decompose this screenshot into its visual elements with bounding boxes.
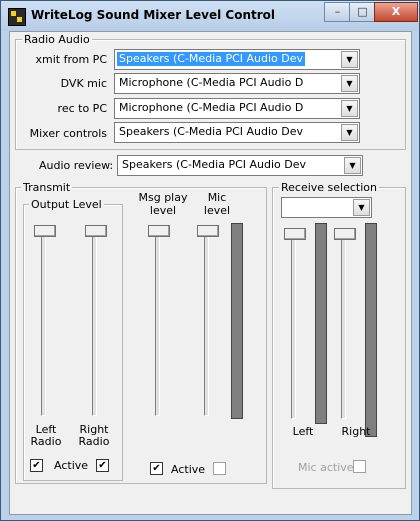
left-radio-slider-thumb[interactable]: [34, 225, 56, 237]
dvk-mic-label: DVK mic: [60, 77, 107, 90]
transmit-group-title: Transmit: [21, 181, 73, 194]
dropdown-arrow-icon[interactable]: ▼: [341, 100, 358, 117]
transmit-active-label: Active: [171, 463, 206, 476]
left-radio-output-slider[interactable]: [34, 225, 56, 416]
right-radio-output-slider[interactable]: [85, 225, 107, 416]
left-radio-label-line2: Radio: [30, 435, 62, 448]
msg-play-slider-thumb[interactable]: [148, 225, 170, 237]
xmit-from-pc-select[interactable]: Speakers (C-Media PCI Audio Dev ▼: [114, 49, 360, 70]
receive-right-label: Right: [341, 425, 371, 438]
msg-play-label-line1: Msg play: [138, 191, 188, 204]
window-title: WriteLog Sound Mixer Level Control: [31, 8, 276, 22]
dropdown-arrow-icon[interactable]: ▼: [341, 51, 358, 68]
dropdown-arrow-icon[interactable]: ▼: [344, 157, 361, 174]
audio-review-select[interactable]: Speakers (C-Media PCI Audio Dev ▼: [117, 155, 363, 176]
mic-level-slider[interactable]: [197, 225, 219, 416]
receive-left-slider-thumb[interactable]: [284, 228, 306, 240]
receive-right-meter: [365, 223, 377, 437]
mic-level-label-line1: Mic: [207, 191, 227, 204]
right-radio-slider-thumb[interactable]: [85, 225, 107, 237]
msg-play-level-slider[interactable]: [148, 225, 170, 416]
receive-selection-group-title: Receive selection: [279, 181, 380, 194]
receive-right-slider-thumb[interactable]: [334, 228, 356, 240]
mic-slider-track: [204, 225, 209, 416]
xmit-from-pc-label: xmit from PC: [35, 53, 108, 66]
output-active-label: Active: [54, 459, 89, 472]
dropdown-arrow-icon[interactable]: ▼: [341, 124, 358, 141]
msg-play-label-line2: level: [149, 204, 177, 217]
title-bar[interactable]: WriteLog Sound Mixer Level Control – □ X: [1, 1, 419, 31]
right-radio-active-checkbox[interactable]: ✔: [96, 459, 109, 472]
mic-active-transmit-checkbox[interactable]: [213, 462, 226, 475]
receive-right-slider-track: [341, 228, 346, 419]
app-window: WriteLog Sound Mixer Level Control – □ X…: [0, 0, 420, 521]
audio-review-value: Speakers (C-Media PCI Audio Dev: [122, 158, 307, 171]
mic-active-label: Mic active: [298, 461, 354, 474]
audio-review-label: Audio review:: [39, 159, 114, 172]
output-level-group-title: Output Level: [29, 198, 104, 211]
close-button[interactable]: X: [374, 2, 418, 22]
mic-slider-thumb[interactable]: [197, 225, 219, 237]
dropdown-arrow-icon[interactable]: ▼: [353, 199, 370, 216]
mixer-controls-value: Speakers (C-Media PCI Audio Dev: [119, 125, 304, 138]
minimize-button[interactable]: –: [324, 2, 351, 22]
writelog-app-icon[interactable]: [8, 8, 26, 26]
right-radio-label-line2: Radio: [78, 435, 110, 448]
msg-play-slider-track: [155, 225, 160, 416]
left-radio-slider-track: [41, 225, 46, 416]
mic-active-checkbox[interactable]: [353, 460, 366, 473]
receive-left-label: Left: [292, 425, 314, 438]
receive-left-slider-track: [291, 228, 296, 419]
mic-level-meter: [231, 223, 243, 419]
dvk-mic-value: Microphone (C-Media PCI Audio D: [119, 76, 304, 89]
dropdown-arrow-icon[interactable]: ▼: [341, 75, 358, 92]
receive-left-meter: [315, 223, 327, 424]
receive-select[interactable]: ▼: [281, 197, 372, 218]
xmit-from-pc-value: Speakers (C-Media PCI Audio Dev: [117, 52, 306, 66]
mixer-controls-select[interactable]: Speakers (C-Media PCI Audio Dev ▼: [114, 122, 360, 143]
dialog-client-area: Radio Audio xmit from PC Speakers (C-Med…: [9, 31, 412, 515]
left-radio-active-checkbox[interactable]: ✔: [30, 459, 43, 472]
mixer-controls-label: Mixer controls: [29, 127, 107, 140]
rec-to-pc-label: rec to PC: [57, 102, 107, 115]
radio-audio-group-title: Radio Audio: [22, 33, 92, 46]
rec-to-pc-value: Microphone (C-Media PCI Audio D: [119, 101, 304, 114]
msg-active-checkbox[interactable]: ✔: [150, 462, 163, 475]
receive-right-slider[interactable]: [334, 228, 356, 419]
maximize-button[interactable]: □: [349, 2, 376, 22]
rec-to-pc-select[interactable]: Microphone (C-Media PCI Audio D ▼: [114, 98, 360, 119]
mic-level-label-line2: level: [203, 204, 231, 217]
right-radio-slider-track: [92, 225, 97, 416]
receive-left-slider[interactable]: [284, 228, 306, 419]
dvk-mic-select[interactable]: Microphone (C-Media PCI Audio D ▼: [114, 73, 360, 94]
receive-select-value: [284, 200, 288, 214]
